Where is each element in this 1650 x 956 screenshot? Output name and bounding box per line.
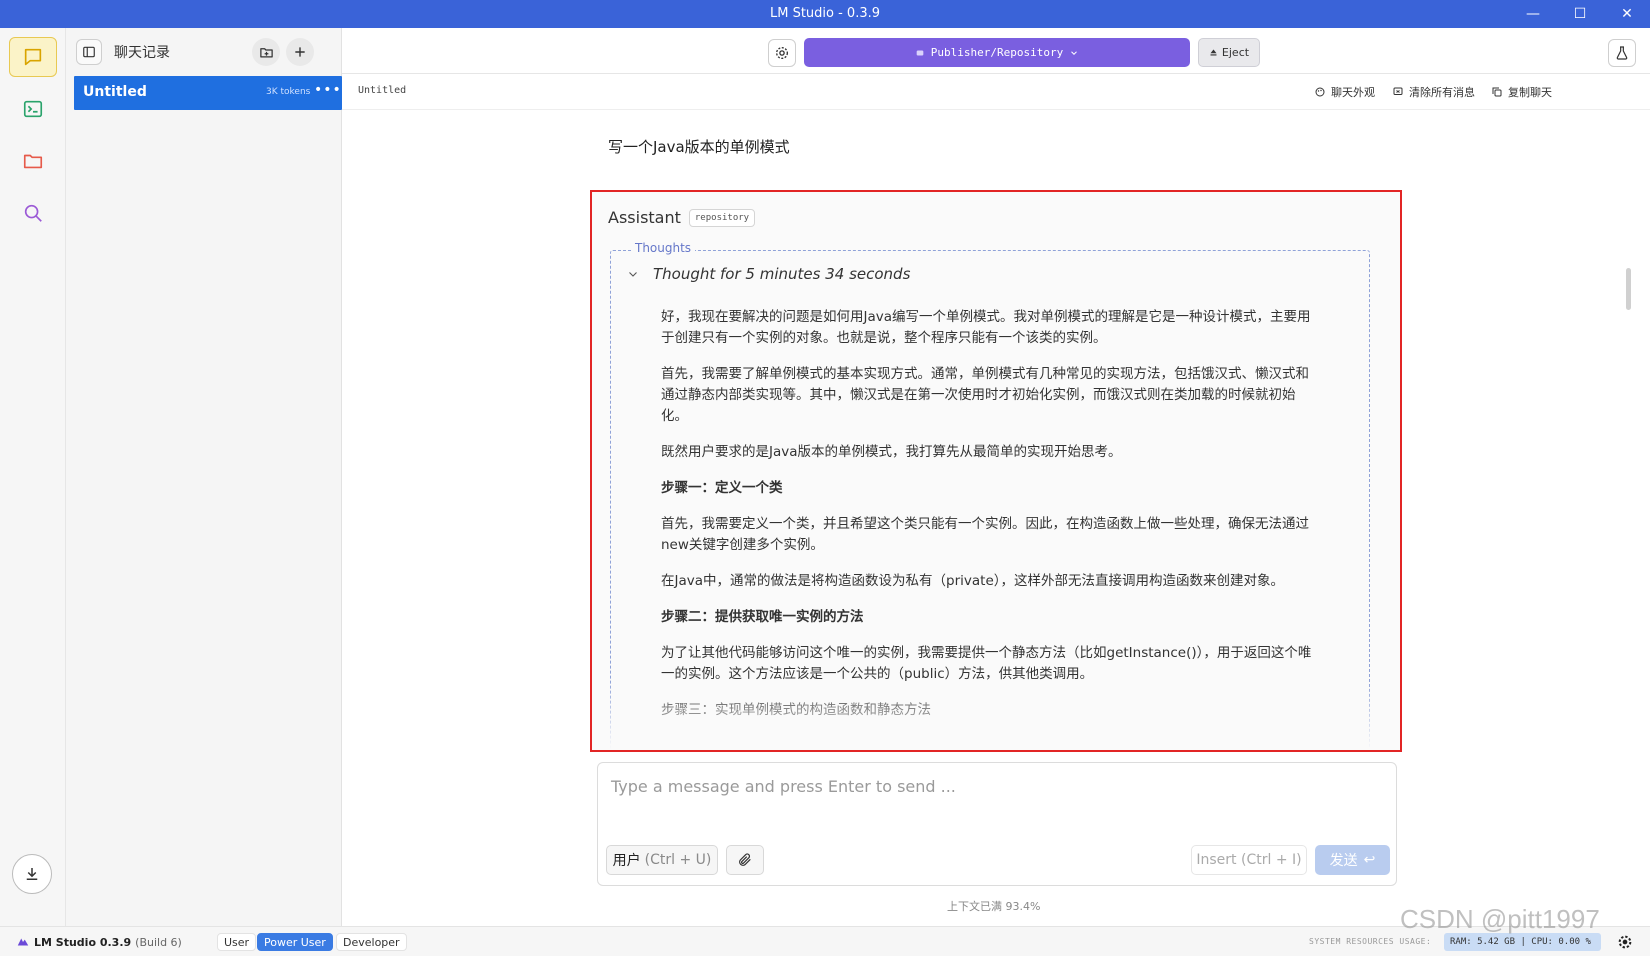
copy-icon xyxy=(1492,87,1502,97)
eject-button[interactable]: Eject xyxy=(1198,38,1260,67)
new-chat-button[interactable] xyxy=(286,38,314,66)
thought-paragraph: 步骤二：提供获取唯一实例的方法 xyxy=(661,609,864,625)
chat-breadcrumb: Untitled xyxy=(358,85,407,96)
watermark: CSDN @pitt1997 xyxy=(1400,904,1600,934)
chevron-down-icon xyxy=(629,272,637,277)
chat-token-count: 3K tokens xyxy=(266,87,311,97)
window-title: LM Studio - 0.3.9 xyxy=(769,6,881,21)
thought-paragraph: 既然用户要求的是Java版本的单例模式，我打算先从最简单的实现开始思考。 xyxy=(661,444,1122,460)
thought-paragraph: 首先，我需要了解单例模式的基本实现方式。通常，单例模式有几种常见的实现方法，包括… xyxy=(661,366,1309,424)
chevron-down-icon xyxy=(1071,50,1078,55)
sidebar-header: 聊天记录 xyxy=(66,28,342,74)
chat-scrollbar[interactable] xyxy=(1626,268,1631,310)
gear-icon[interactable] xyxy=(1617,934,1633,950)
nav-search-button[interactable] xyxy=(9,193,57,233)
role-label: 用户 xyxy=(612,853,641,869)
app-version: LM Studio 0.3.9 (Build 6) xyxy=(16,935,182,949)
chat-subheader: Untitled 聊天外观 清除所有消息 复制聊天 xyxy=(342,74,1650,110)
mode-user[interactable]: User xyxy=(217,933,257,951)
search-icon xyxy=(24,204,42,222)
chat-name: Untitled xyxy=(83,84,147,100)
maximize-button[interactable]: ☐ xyxy=(1557,0,1603,28)
nav-developer-button[interactable] xyxy=(9,89,57,129)
assistant-header: Assistant repository xyxy=(608,208,756,227)
thoughts-panel: Thoughts Thought for 5 minutes 34 second… xyxy=(610,241,1370,750)
eject-icon xyxy=(1210,49,1217,56)
palette-icon xyxy=(1315,87,1325,97)
sidebar-toggle-icon xyxy=(83,46,95,58)
chat-appearance-button[interactable]: 聊天外观 xyxy=(1314,84,1375,100)
mode-power-user[interactable]: Power User xyxy=(257,933,333,951)
enter-icon: ↩ xyxy=(1363,852,1376,868)
settings-button[interactable] xyxy=(768,39,796,67)
collapse-sidebar-button[interactable] xyxy=(76,39,102,65)
paperclip-icon xyxy=(739,853,751,866)
sidebar-title: 聊天记录 xyxy=(114,45,170,61)
build-number: (Build 6) xyxy=(135,935,182,949)
thought-paragraph: 为了让其他代码能够访问这个唯一的实例，我需要提供一个静态方法（比如getInst… xyxy=(661,645,1312,682)
context-usage: 上下文已满 93.4% xyxy=(947,900,1041,913)
send-button[interactable]: 发送 ↩ xyxy=(1315,845,1390,875)
copy-chat-label: 复制聊天 xyxy=(1508,86,1552,99)
thought-paragraph: 在Java中，通常的做法是将构造函数设为私有（private），这样外部无法直接… xyxy=(661,573,1284,589)
nav-chat-button[interactable] xyxy=(9,37,57,77)
role-shortcut: (Ctrl + U) xyxy=(644,852,712,868)
mode-developer[interactable]: Developer xyxy=(336,933,407,951)
message-composer: Type a message and press Enter to send .… xyxy=(597,762,1397,886)
content-fade xyxy=(592,680,1400,750)
gear-icon xyxy=(776,47,788,59)
system-resources-label: SYSTEM RESOURCES USAGE: xyxy=(1309,937,1432,946)
send-label: 发送 xyxy=(1329,853,1358,869)
clear-icon xyxy=(1393,87,1403,95)
chat-appearance-label: 聊天外观 xyxy=(1331,86,1375,99)
thoughts-legend: Thoughts xyxy=(631,241,696,255)
folder-icon xyxy=(23,154,43,169)
top-toolbar: Publisher/Repository Eject xyxy=(342,28,1650,74)
eject-label: Eject xyxy=(1221,46,1250,59)
downloads-button[interactable] xyxy=(12,854,52,894)
insert-button[interactable]: Insert (Ctrl + I) xyxy=(1191,845,1307,875)
user-message: 写一个Java版本的单例模式 xyxy=(608,138,790,156)
assistant-name: Assistant xyxy=(608,208,681,227)
plus-icon xyxy=(295,47,305,57)
thought-content: 好，我现在要解决的问题是如何用Java编写一个单例模式。我对单例模式的理解是它是… xyxy=(661,307,1321,736)
thought-paragraph: 好，我现在要解决的问题是如何用Java编写一个单例模式。我对单例模式的理解是它是… xyxy=(661,309,1311,346)
chat-list-item[interactable]: Untitled 3K tokens ••• xyxy=(74,76,342,110)
attach-button[interactable] xyxy=(726,845,764,875)
minimize-button[interactable]: — xyxy=(1510,0,1556,28)
lmstudio-logo-icon xyxy=(17,938,29,946)
role-toggle-button[interactable]: 用户 (Ctrl + U) xyxy=(606,845,718,875)
message-input[interactable]: Type a message and press Enter to send .… xyxy=(611,777,956,796)
model-selector[interactable]: Publisher/Repository xyxy=(804,38,1190,67)
new-folder-button[interactable] xyxy=(252,38,280,66)
assistant-message: Assistant repository Thoughts Thought fo… xyxy=(590,190,1402,752)
thought-summary-toggle[interactable]: Thought for 5 minutes 34 seconds xyxy=(627,265,910,283)
model-label: Publisher/Repository xyxy=(930,46,1064,59)
chat-more-button[interactable]: ••• xyxy=(314,82,342,98)
thought-duration: Thought for 5 minutes 34 seconds xyxy=(653,265,911,283)
resource-usage: RAM: 5.42 GB | CPU: 0.00 % xyxy=(1444,933,1601,951)
thought-paragraph: 首先，我需要定义一个类，并且希望这个类只能有一个实例。因此，在构造函数上做一些处… xyxy=(661,516,1309,553)
thought-paragraph: 步骤一：定义一个类 xyxy=(661,480,783,496)
model-icon xyxy=(916,50,924,55)
clear-messages-button[interactable]: 清除所有消息 xyxy=(1392,84,1475,100)
model-badge: repository xyxy=(688,208,756,227)
folder-plus-icon xyxy=(259,47,273,57)
nav-rail xyxy=(0,28,66,926)
download-icon xyxy=(26,868,38,880)
app-name: LM Studio 0.3.9 xyxy=(34,935,132,949)
experiments-button[interactable] xyxy=(1608,39,1636,67)
nav-models-button[interactable] xyxy=(9,141,57,181)
close-button[interactable]: ✕ xyxy=(1604,0,1650,28)
window-titlebar: LM Studio - 0.3.9 — ☐ ✕ xyxy=(0,0,1650,28)
chats-sidebar: 聊天记录 Untitled 3K tokens ••• xyxy=(66,28,342,926)
terminal-icon xyxy=(23,100,43,118)
flask-icon xyxy=(1616,46,1628,60)
chat-icon xyxy=(24,48,42,66)
copy-chat-button[interactable]: 复制聊天 xyxy=(1491,84,1552,100)
clear-messages-label: 清除所有消息 xyxy=(1409,86,1475,99)
